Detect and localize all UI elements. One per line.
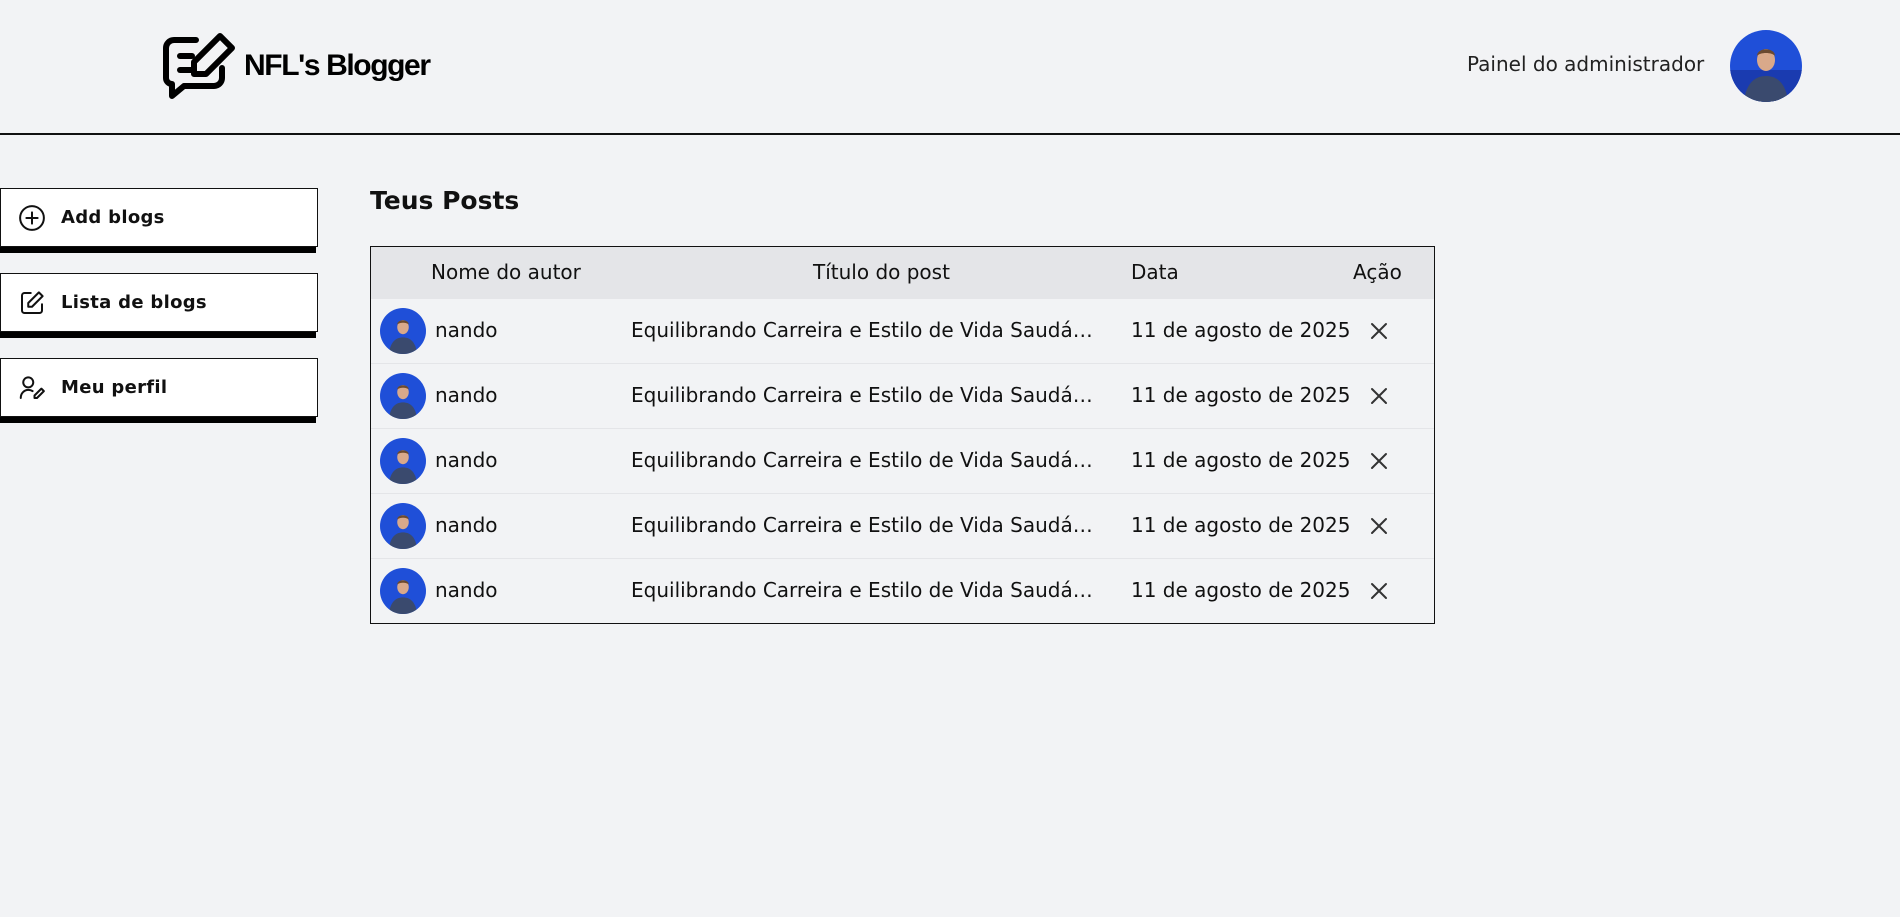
user-edit-icon xyxy=(17,373,47,403)
post-title[interactable]: Equilibrando Carreira e Estilo de Vida S… xyxy=(631,578,1093,602)
table-row: nando Equilibrando Carreira e Estilo de … xyxy=(371,558,1434,623)
avatar xyxy=(380,308,426,354)
plus-circle-icon xyxy=(17,203,47,233)
avatar[interactable] xyxy=(1730,30,1802,102)
post-title[interactable]: Equilibrando Carreira e Estilo de Vida S… xyxy=(631,383,1093,407)
brand-logo[interactable]: NFL's Blogger xyxy=(158,28,431,104)
post-date: 11 de agosto de 2025 xyxy=(1131,578,1351,602)
edit-square-icon xyxy=(17,288,47,318)
avatar xyxy=(380,503,426,549)
post-date: 11 de agosto de 2025 xyxy=(1131,383,1351,407)
author-name: nando xyxy=(435,318,498,342)
table-row: nando Equilibrando Carreira e Estilo de … xyxy=(371,298,1434,363)
column-header-author: Nome do autor xyxy=(431,260,581,284)
posts-table: Nome do autor Título do post Data Ação n… xyxy=(370,246,1435,624)
sidebar-item-add-blogs[interactable]: Add blogs xyxy=(0,188,318,247)
table-header: Nome do autor Título do post Data Ação xyxy=(371,247,1434,298)
author-name: nando xyxy=(435,578,498,602)
author-name: nando xyxy=(435,448,498,472)
admin-panel-label: Painel do administrador xyxy=(1467,52,1705,76)
column-header-action: Ação xyxy=(1353,260,1402,284)
column-header-title: Título do post xyxy=(813,260,950,284)
sidebar-item-blog-list[interactable]: Lista de blogs xyxy=(0,273,318,332)
brand-name: NFL's Blogger xyxy=(244,49,431,82)
avatar xyxy=(380,373,426,419)
sidebar-item-label: Add blogs xyxy=(61,207,165,228)
chat-pencil-icon xyxy=(158,28,244,104)
author-name: nando xyxy=(435,383,498,407)
post-title[interactable]: Equilibrando Carreira e Estilo de Vida S… xyxy=(631,448,1093,472)
sidebar-item-my-profile[interactable]: Meu perfil xyxy=(0,358,318,417)
top-header: NFL's Blogger Painel do administrador xyxy=(0,0,1900,135)
page-title: Teus Posts xyxy=(370,186,520,215)
delete-icon[interactable] xyxy=(1367,384,1391,408)
table-row: nando Equilibrando Carreira e Estilo de … xyxy=(371,428,1434,493)
delete-icon[interactable] xyxy=(1367,449,1391,473)
column-header-date: Data xyxy=(1131,260,1179,284)
avatar xyxy=(380,438,426,484)
avatar xyxy=(380,568,426,614)
delete-icon[interactable] xyxy=(1367,579,1391,603)
author-name: nando xyxy=(435,513,498,537)
table-row: nando Equilibrando Carreira e Estilo de … xyxy=(371,363,1434,428)
sidebar-item-label: Lista de blogs xyxy=(61,292,207,313)
post-title[interactable]: Equilibrando Carreira e Estilo de Vida S… xyxy=(631,513,1093,537)
post-date: 11 de agosto de 2025 xyxy=(1131,448,1351,472)
post-date: 11 de agosto de 2025 xyxy=(1131,513,1351,537)
post-date: 11 de agosto de 2025 xyxy=(1131,318,1351,342)
sidebar-item-label: Meu perfil xyxy=(61,377,168,398)
post-title[interactable]: Equilibrando Carreira e Estilo de Vida S… xyxy=(631,318,1093,342)
table-row: nando Equilibrando Carreira e Estilo de … xyxy=(371,493,1434,558)
delete-icon[interactable] xyxy=(1367,514,1391,538)
delete-icon[interactable] xyxy=(1367,319,1391,343)
